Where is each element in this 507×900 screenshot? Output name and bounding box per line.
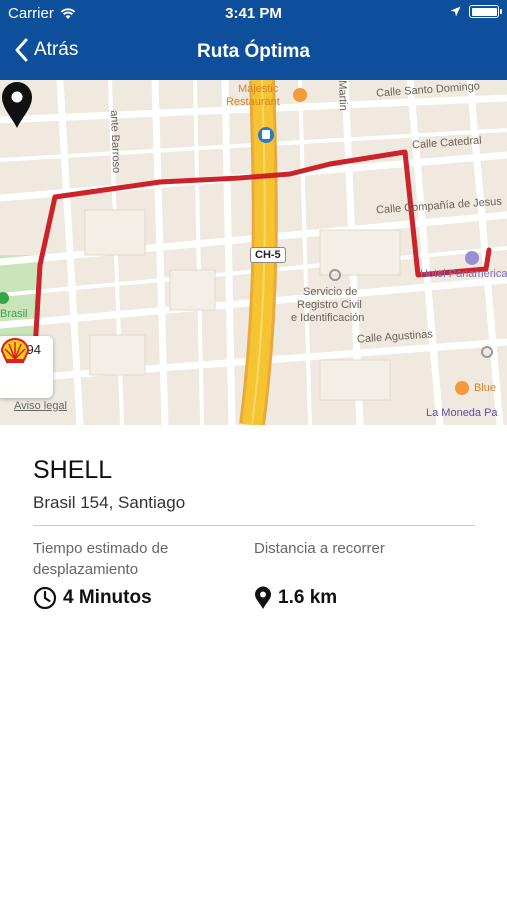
price-callout[interactable]: $694 — [0, 336, 53, 398]
nav-bar: Atrás Ruta Óptima — [0, 28, 507, 80]
shell-logo-icon — [0, 338, 30, 363]
map-label-la-moneda: La Moneda Pa — [426, 407, 498, 419]
distance-value: 1.6 km — [278, 587, 338, 608]
map-label-servicio-1: Servicio de — [303, 286, 358, 298]
station-address: Brasil 154, Santiago — [33, 493, 186, 512]
map-label-blue: Blue — [474, 382, 497, 394]
map-label-servicio-3: e Identificación — [291, 312, 365, 324]
page-title: Ruta Óptima — [197, 41, 310, 62]
map-label-barroso: ante Barroso — [108, 110, 123, 174]
time-column: Tiempo estimado de desplazamiento 4 Minu… — [33, 538, 254, 610]
legal-link[interactable]: Aviso legal — [14, 400, 67, 412]
battery-icon — [469, 5, 502, 18]
map-label-restaurant: Restaurant — [226, 96, 280, 108]
divider — [33, 525, 475, 526]
destination-pin-icon[interactable] — [0, 80, 34, 130]
status-bar: Carrier 3:41 PM — [0, 0, 507, 28]
status-right — [450, 5, 502, 18]
route-badge: CH-5 — [250, 247, 286, 263]
clock-icon — [33, 586, 57, 610]
distance-label: Distancia a recorrer — [254, 540, 385, 557]
map-pin-icon — [255, 586, 271, 609]
status-time: 3:41 PM — [225, 5, 282, 22]
location-arrow-icon — [450, 6, 461, 17]
map-label-martin: Martin — [336, 80, 350, 111]
map-label-brasil: Brasil — [0, 308, 28, 320]
map-label-hotel: Hotel Panamerica — [420, 268, 507, 280]
distance-value-row: 1.6 km — [254, 586, 475, 610]
map-label-majestic: Majestic — [238, 83, 279, 95]
station-name: SHELL — [33, 456, 113, 484]
time-value-row: 4 Minutos — [33, 586, 254, 610]
time-value: 4 Minutos — [63, 587, 152, 608]
info-row: Tiempo estimado de desplazamiento 4 Minu… — [33, 538, 475, 610]
station-details: SHELL Brasil 154, Santiago Tiempo estima… — [33, 456, 475, 610]
time-label: Tiempo estimado de desplazamiento — [33, 540, 169, 578]
map-label-servicio-2: Registro Civil — [297, 299, 362, 311]
route-map[interactable]: Majestic Restaurant Calle Santo Domingo … — [0, 80, 507, 425]
distance-column: Distancia a recorrer 1.6 km — [254, 538, 475, 610]
